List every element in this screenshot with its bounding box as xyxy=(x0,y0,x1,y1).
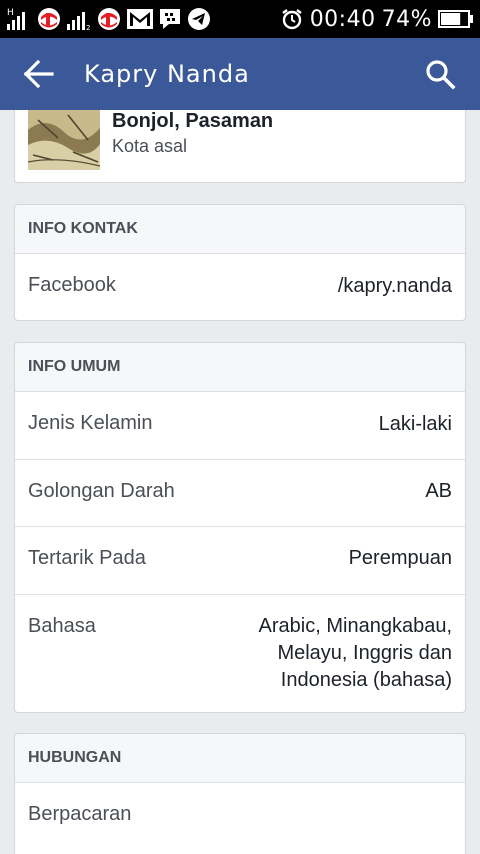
svg-text:H: H xyxy=(7,8,14,18)
contact-info-header: INFO KONTAK xyxy=(15,205,465,254)
arrow-left-icon xyxy=(23,59,54,89)
relationship-status: Berpacaran xyxy=(28,803,132,825)
interested-in-row: Tertarik Pada Perempuan xyxy=(15,527,465,595)
languages-line: Arabic, Minangkabau, xyxy=(258,615,452,637)
contact-info-card: INFO KONTAK Facebook /kapry.nanda xyxy=(14,204,466,321)
languages-line: Indonesia (bahasa) xyxy=(280,669,452,691)
general-info-card: INFO UMUM Jenis Kelamin Laki-laki Golong… xyxy=(14,342,466,713)
relationship-header: HUBUNGAN xyxy=(15,734,465,783)
relationship-card: HUBUNGAN Berpacaran xyxy=(14,733,466,854)
signal-icon: 2 xyxy=(67,12,90,32)
app-bar: Kapry Nanda xyxy=(0,38,480,110)
telkomsel-icon xyxy=(98,8,120,30)
alarm-icon xyxy=(281,9,302,30)
search-icon xyxy=(426,60,456,90)
facebook-link[interactable]: /kapry.nanda xyxy=(338,273,452,300)
general-info-header: INFO UMUM xyxy=(15,343,465,392)
blood-type-row: Golongan Darah AB xyxy=(15,460,465,527)
row-value: Laki-laki xyxy=(378,413,452,435)
row-value: AB xyxy=(425,480,452,502)
gender-row: Jenis Kelamin Laki-laki xyxy=(15,392,465,460)
battery-percent: 74% xyxy=(381,6,432,32)
hometown-card[interactable]: Bonjol, Pasaman Kota asal xyxy=(14,110,466,183)
bbm-icon xyxy=(160,9,180,29)
facebook-row[interactable]: Facebook /kapry.nanda xyxy=(15,254,465,320)
page-title: Kapry Nanda xyxy=(84,60,250,88)
hometown-thumbnail xyxy=(28,110,100,170)
search-button[interactable] xyxy=(424,58,456,90)
row-label: Facebook xyxy=(28,274,116,296)
relationship-row: Berpacaran xyxy=(15,783,465,853)
clock: 00:40 xyxy=(309,6,376,32)
row-label: Tertarik Pada xyxy=(28,547,146,569)
hometown-name: Bonjol, Pasaman xyxy=(112,110,274,132)
row-label: Golongan Darah xyxy=(28,480,175,502)
languages-row: Bahasa Arabic, Minangkabau, Melayu, Ingg… xyxy=(15,595,465,712)
row-value: Perempuan xyxy=(348,547,452,569)
status-bar: H 2 00:40 74% xyxy=(0,0,480,38)
languages-line: Melayu, Inggris dan xyxy=(277,642,452,664)
row-label: Jenis Kelamin xyxy=(28,412,153,434)
telegram-icon xyxy=(188,8,210,30)
svg-text:2: 2 xyxy=(86,24,90,32)
telkomsel-icon xyxy=(38,8,60,30)
hometown-label: Kota asal xyxy=(112,136,188,156)
languages-value: Arabic, Minangkabau, Melayu, Inggris dan… xyxy=(259,613,452,694)
battery-icon xyxy=(438,10,473,28)
back-button[interactable] xyxy=(22,58,58,90)
gmail-icon xyxy=(127,9,153,29)
signal-h-icon: H xyxy=(7,8,25,30)
row-label: Bahasa xyxy=(28,615,96,637)
